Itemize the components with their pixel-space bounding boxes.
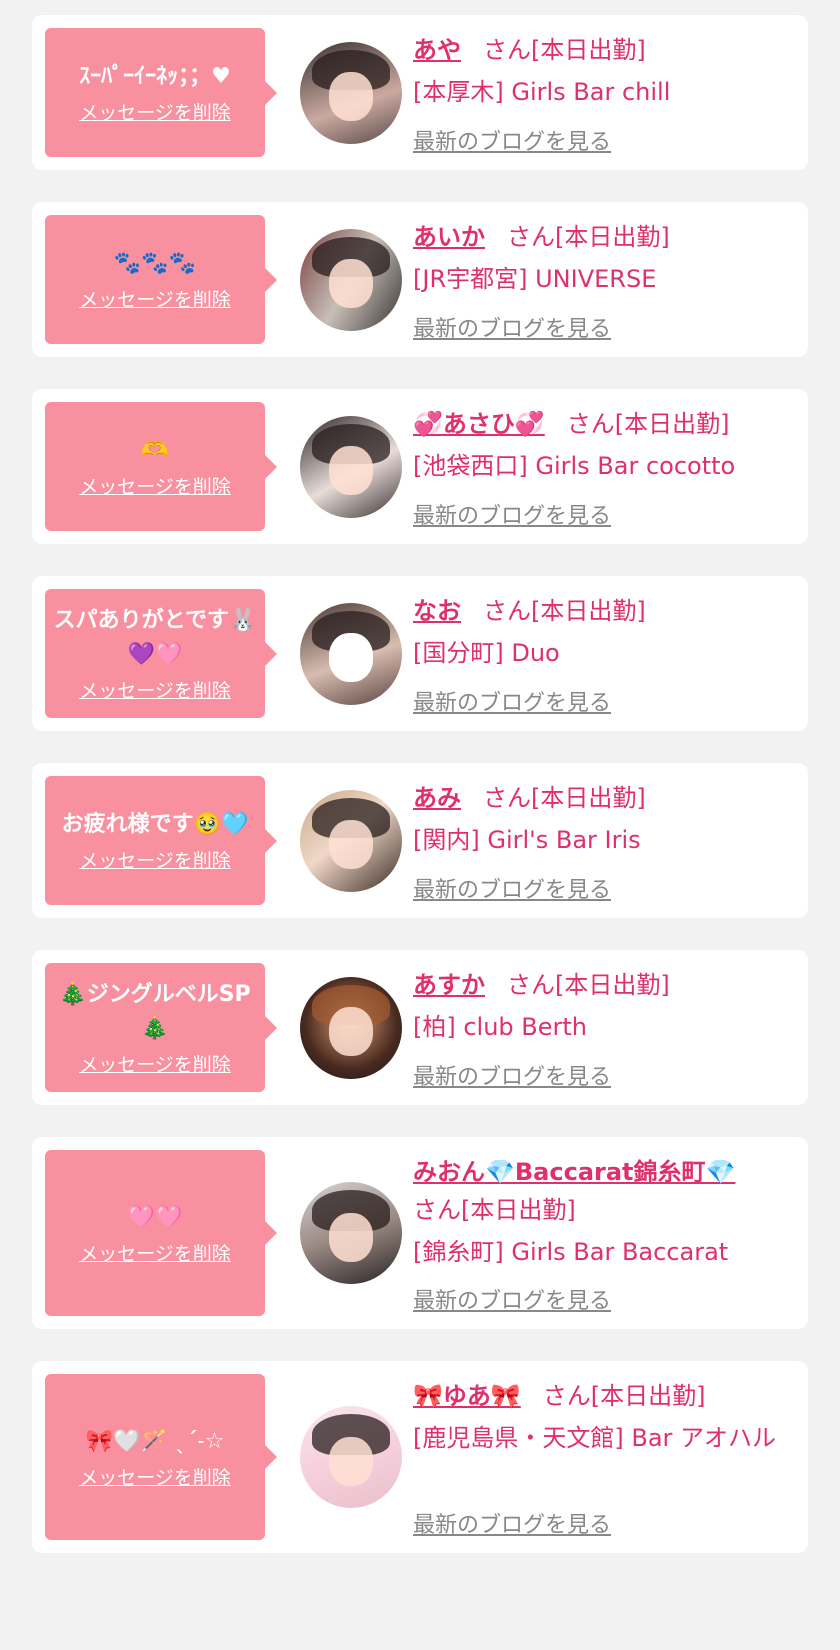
- shop-name: [本厚木] Girls Bar chill: [413, 78, 671, 106]
- cast-card: 🎀🤍🪄 ˎˊ˗☆ メッセージを削除 🎀ゆあ🎀 さん[本日出勤] [鹿児島県・天文館…: [32, 1361, 808, 1553]
- message-bubble: 🐾🐾🐾 メッセージを削除: [45, 215, 265, 344]
- message-text: お疲れ様です🥹🩵: [61, 812, 249, 837]
- name-line: なお さん[本日出勤]: [413, 592, 794, 630]
- delete-message-link[interactable]: メッセージを削除: [79, 285, 231, 312]
- avatar-face: [328, 1007, 374, 1057]
- avatar-face: [328, 820, 374, 870]
- message-text: スパありがとです🐰💜🩷: [53, 608, 257, 667]
- latest-blog-link[interactable]: 最新のブログを見る: [413, 1059, 611, 1091]
- cast-info: あすか さん[本日出勤] [柏] club Berth: [413, 966, 794, 1046]
- cast-avatar[interactable]: [300, 228, 402, 331]
- cast-name-link[interactable]: あいか: [413, 223, 485, 251]
- message-bubble: 🎄ジングルベルSP🎄 メッセージを削除: [45, 963, 265, 1092]
- shop-name: [JR宇都宮] UNIVERSE: [413, 265, 657, 293]
- message-bubble: お疲れ様です🥹🩵 メッセージを削除: [45, 776, 265, 905]
- message-text: 🎄ジングルベルSP🎄: [59, 982, 251, 1041]
- message-text: 🩷🩷: [127, 1204, 183, 1230]
- message-text: 🫶: [141, 438, 169, 463]
- shop-name: [国分町] Duo: [413, 639, 560, 667]
- cast-card: 🫶 メッセージを削除 💞あさひ💞 さん[本日出勤] [池袋西口] Girls Ba…: [32, 389, 808, 544]
- latest-blog-link[interactable]: 最新のブログを見る: [413, 1283, 611, 1315]
- cast-card: スパありがとです🐰💜🩷 メッセージを削除 なお さん[本日出勤] [国分町] Du…: [32, 576, 808, 731]
- cast-avatar[interactable]: [300, 976, 402, 1079]
- latest-blog-link[interactable]: 最新のブログを見る: [413, 685, 611, 717]
- shop-name: [関内] Girl's Bar Iris: [413, 826, 641, 854]
- cast-name-link[interactable]: あみ: [413, 784, 461, 812]
- name-line: あみ さん[本日出勤]: [413, 779, 794, 817]
- cast-avatar[interactable]: [300, 415, 402, 518]
- cast-avatar[interactable]: [300, 602, 402, 705]
- cast-name-link[interactable]: 💞あさひ💞: [413, 410, 545, 438]
- cast-name-link[interactable]: みおん💎Baccarat錦糸町💎: [413, 1158, 735, 1186]
- message-bubble: 🎀🤍🪄 ˎˊ˗☆ メッセージを削除: [45, 1374, 265, 1540]
- cast-card: 🎄ジングルベルSP🎄 メッセージを削除 あすか さん[本日出勤] [柏] club…: [32, 950, 808, 1105]
- attendance-status: さん[本日出勤]: [507, 971, 670, 999]
- delete-message-link[interactable]: メッセージを削除: [79, 1239, 231, 1266]
- delete-message-link[interactable]: メッセージを削除: [79, 676, 231, 703]
- latest-blog-link[interactable]: 最新のブログを見る: [413, 1507, 611, 1539]
- delete-message-link[interactable]: メッセージを削除: [79, 1463, 231, 1490]
- attendance-status: さん[本日出勤]: [483, 597, 646, 625]
- delete-message-link[interactable]: メッセージを削除: [79, 472, 231, 499]
- cast-info: 💞あさひ💞 さん[本日出勤] [池袋西口] Girls Bar cocotto: [413, 405, 794, 485]
- cast-avatar[interactable]: [300, 789, 402, 892]
- delete-message-link[interactable]: メッセージを削除: [79, 1050, 231, 1077]
- avatar-face: [328, 633, 374, 683]
- delete-message-link[interactable]: メッセージを削除: [79, 846, 231, 873]
- name-line: みおん💎Baccarat錦糸町💎 さん[本日出勤]: [413, 1153, 794, 1229]
- attendance-status: さん[本日出勤]: [507, 223, 670, 251]
- message-text: 🎀🤍🪄 ˎˊ˗☆: [85, 1428, 225, 1454]
- cast-name-link[interactable]: 🎀ゆあ🎀: [413, 1382, 521, 1410]
- message-bubble: ｽｰﾊﾟｰｲｰﾈｯ；；♥ メッセージを削除: [45, 28, 265, 157]
- name-line: あいか さん[本日出勤]: [413, 218, 794, 256]
- cast-name-link[interactable]: なお: [413, 597, 461, 625]
- cast-card: ｽｰﾊﾟｰｲｰﾈｯ；；♥ メッセージを削除 あや さん[本日出勤] [本厚木] G…: [32, 15, 808, 170]
- message-bubble: 🩷🩷 メッセージを削除: [45, 1150, 265, 1316]
- cast-avatar[interactable]: [300, 41, 402, 144]
- cast-info: なお さん[本日出勤] [国分町] Duo: [413, 592, 794, 672]
- cast-info: あいか さん[本日出勤] [JR宇都宮] UNIVERSE: [413, 218, 794, 298]
- cast-card: お疲れ様です🥹🩵 メッセージを削除 あみ さん[本日出勤] [関内] Girl's…: [32, 763, 808, 918]
- attendance-status: さん[本日出勤]: [542, 1382, 706, 1410]
- message-bubble: スパありがとです🐰💜🩷 メッセージを削除: [45, 589, 265, 718]
- avatar-face: [328, 72, 374, 122]
- latest-blog-link[interactable]: 最新のブログを見る: [413, 872, 611, 904]
- cast-info: 🎀ゆあ🎀 さん[本日出勤] [鹿児島県・天文館] Bar アオハル: [413, 1377, 794, 1457]
- avatar-face: [328, 446, 374, 496]
- avatar-face: [328, 1436, 374, 1486]
- latest-blog-link[interactable]: 最新のブログを見る: [413, 498, 611, 530]
- latest-blog-link[interactable]: 最新のブログを見る: [413, 311, 611, 343]
- shop-name: [錦糸町] Girls Bar Baccarat: [413, 1238, 729, 1266]
- shop-name: [池袋西口] Girls Bar cocotto: [413, 452, 736, 480]
- name-line: 🎀ゆあ🎀 さん[本日出勤]: [413, 1377, 794, 1415]
- favorites-message-list: ｽｰﾊﾟｰｲｰﾈｯ；；♥ メッセージを削除 あや さん[本日出勤] [本厚木] G…: [0, 0, 840, 1553]
- attendance-status: さん[本日出勤]: [483, 784, 646, 812]
- cast-card: 🐾🐾🐾 メッセージを削除 あいか さん[本日出勤] [JR宇都宮] UNIVERS…: [32, 202, 808, 357]
- cast-info: みおん💎Baccarat錦糸町💎 さん[本日出勤] [錦糸町] Girls Bar…: [413, 1153, 794, 1271]
- avatar-face: [328, 1212, 374, 1262]
- shop-name: [柏] club Berth: [413, 1013, 588, 1041]
- attendance-status: さん[本日出勤]: [413, 1196, 576, 1224]
- cast-name-link[interactable]: あすか: [413, 971, 485, 999]
- cast-avatar[interactable]: [300, 1182, 402, 1284]
- attendance-status: さん[本日出勤]: [566, 410, 730, 438]
- cast-info: あや さん[本日出勤] [本厚木] Girls Bar chill: [413, 31, 794, 111]
- avatar-face: [328, 259, 374, 309]
- shop-name: [鹿児島県・天文館] Bar アオハル: [413, 1424, 777, 1452]
- cast-name-link[interactable]: あや: [413, 36, 461, 64]
- message-text: 🐾🐾🐾: [113, 251, 197, 276]
- attendance-status: さん[本日出勤]: [483, 36, 646, 64]
- name-line: あすか さん[本日出勤]: [413, 966, 794, 1004]
- message-bubble: 🫶 メッセージを削除: [45, 402, 265, 531]
- cast-card: 🩷🩷 メッセージを削除 みおん💎Baccarat錦糸町💎 さん[本日出勤] [錦糸…: [32, 1137, 808, 1329]
- cast-info: あみ さん[本日出勤] [関内] Girl's Bar Iris: [413, 779, 794, 859]
- delete-message-link[interactable]: メッセージを削除: [79, 98, 231, 125]
- name-line: 💞あさひ💞 さん[本日出勤]: [413, 405, 794, 443]
- name-line: あや さん[本日出勤]: [413, 31, 794, 69]
- message-text: ｽｰﾊﾟｰｲｰﾈｯ；；♥: [79, 64, 231, 89]
- latest-blog-link[interactable]: 最新のブログを見る: [413, 124, 611, 156]
- cast-avatar[interactable]: [300, 1406, 402, 1508]
